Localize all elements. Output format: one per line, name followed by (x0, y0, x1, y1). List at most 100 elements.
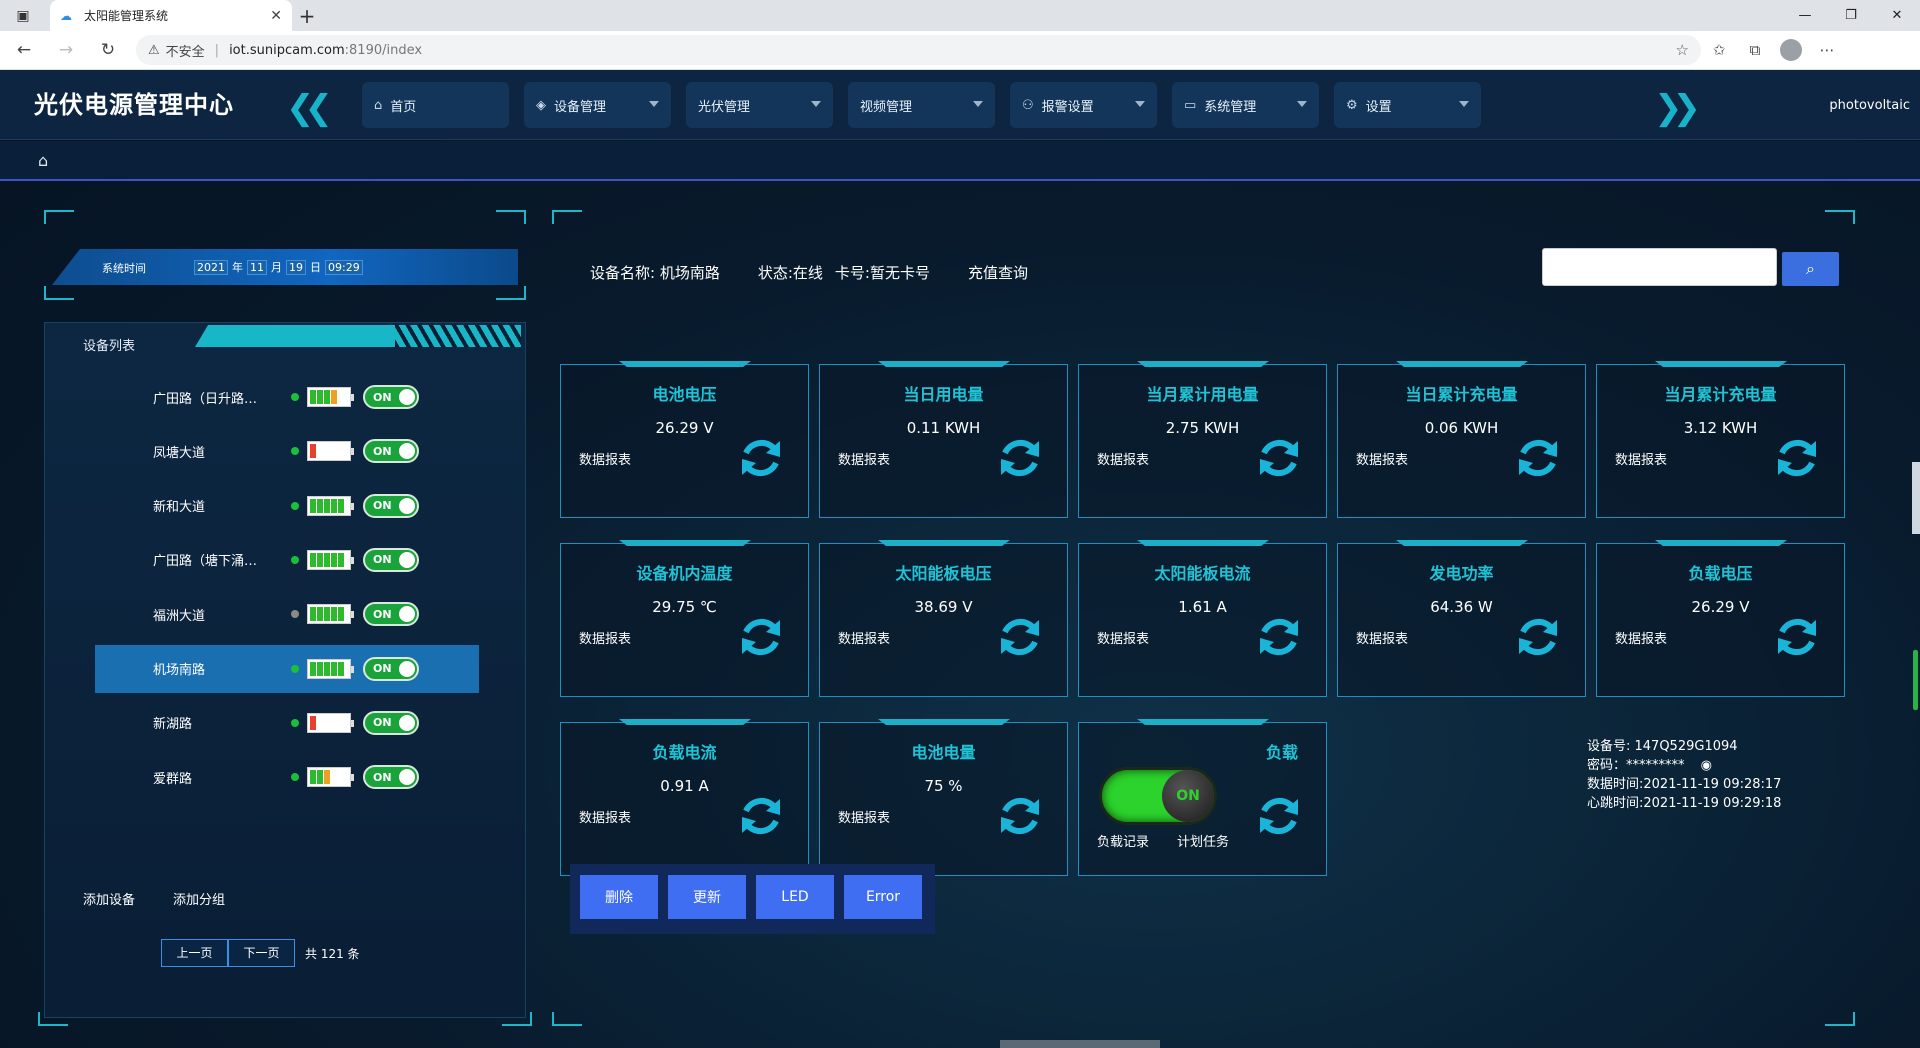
data-report-link[interactable]: 数据报表 (838, 449, 890, 468)
battery-icon (307, 712, 354, 733)
load-switch[interactable]: ON (1099, 767, 1217, 825)
data-report-link[interactable]: 数据报表 (1615, 449, 1667, 468)
device-info: 设备名称: 机场南路 状态:在线 卡号:暂无卡号 充值查询 (590, 262, 1028, 283)
minimize-icon[interactable]: — (1782, 0, 1828, 31)
search-button[interactable]: ⌕ (1782, 252, 1839, 286)
browser-tab[interactable]: ☁ 太阳能管理系统 ✕ (50, 0, 292, 31)
device-list-item[interactable]: 广田路（日升路… ON (95, 373, 479, 421)
refresh-icon[interactable] (736, 612, 786, 662)
device-switch[interactable]: ON (363, 602, 419, 627)
device-switch[interactable]: ON (363, 493, 419, 518)
device-item-name: 广田路（塘下涌… (153, 554, 258, 570)
data-report-link[interactable]: 数据报表 (838, 807, 890, 826)
device-switch[interactable]: ON (363, 765, 419, 790)
refresh-icon[interactable] (995, 612, 1045, 662)
caret-down-icon (1459, 101, 1469, 107)
restore-icon[interactable]: ❐ (1828, 0, 1874, 31)
eye-icon[interactable]: ◉ (1701, 758, 1712, 773)
refresh-icon[interactable] (995, 433, 1045, 483)
refresh-icon[interactable] (1772, 612, 1822, 662)
menu-home[interactable]: ⌂ 首页 (362, 82, 509, 128)
delete-button[interactable]: 删除 (580, 875, 658, 919)
nav-next-chevron-icon[interactable]: ❯❯ (1654, 88, 1701, 128)
device-list-item[interactable]: 新湖路 ON (95, 699, 479, 747)
close-window-icon[interactable]: ✕ (1874, 0, 1920, 31)
data-report-link[interactable]: 数据报表 (1615, 628, 1667, 647)
battery-icon (307, 441, 354, 462)
update-button[interactable]: 更新 (668, 875, 746, 919)
refresh-icon[interactable] (736, 791, 786, 841)
favorites-icon[interactable]: ✩ (1701, 32, 1737, 68)
right-side-scroll[interactable] (1913, 650, 1918, 710)
favorite-star-icon[interactable]: ☆ (1676, 41, 1689, 59)
main-panel: 设备名称: 机场南路 状态:在线 卡号:暂无卡号 充值查询 ⌕ 电池电压 26.2… (552, 210, 1855, 1026)
battery-segment (338, 607, 344, 622)
device-list-item[interactable]: 爱群路 ON (95, 753, 479, 801)
led-button[interactable]: LED (756, 875, 834, 919)
breadcrumb-home-icon[interactable]: ⌂ (38, 151, 48, 170)
data-report-link[interactable]: 数据报表 (579, 628, 631, 647)
time-day-unit: 日 (310, 261, 321, 274)
new-tab-button[interactable]: + (292, 0, 322, 31)
stripe-deco (395, 325, 521, 347)
device-switch[interactable]: ON (363, 439, 419, 464)
menu-settings[interactable]: ⚙ 设置 (1334, 82, 1481, 128)
prev-page-button[interactable]: 上一页 (161, 939, 228, 967)
data-report-link[interactable]: 数据报表 (838, 628, 890, 647)
battery-icon (307, 387, 354, 407)
menu-video[interactable]: 视频管理 (848, 82, 995, 128)
refresh-icon[interactable] (1513, 612, 1563, 662)
add-device-button[interactable]: 添加设备 (83, 889, 135, 908)
back-icon[interactable]: ← (6, 32, 42, 68)
refresh-icon[interactable] (1513, 433, 1563, 483)
refresh-icon[interactable] (995, 791, 1045, 841)
horizontal-scrollbar[interactable] (1000, 1040, 1160, 1048)
schedule-task-link[interactable]: 计划任务 (1177, 831, 1229, 850)
device-switch[interactable]: ON (363, 547, 419, 572)
device-list-item[interactable]: 广田路（塘下涌… ON (95, 536, 479, 584)
refresh-icon[interactable] (1254, 791, 1304, 841)
error-button[interactable]: Error (844, 875, 922, 919)
menu-label: 系统管理 (1204, 99, 1257, 115)
reload-icon[interactable]: ↻ (90, 32, 126, 68)
window-controls: — ❐ ✕ (1782, 0, 1920, 31)
data-report-link[interactable]: 数据报表 (1097, 449, 1149, 468)
search-input[interactable] (1542, 248, 1777, 286)
device-list-item[interactable]: 机场南路 ON (95, 644, 479, 693)
add-group-button[interactable]: 添加分组 (173, 889, 225, 908)
user-menu[interactable]: photovoltaic (1829, 98, 1910, 113)
next-page-button[interactable]: 下一页 (228, 939, 295, 967)
data-report-link[interactable]: 数据报表 (579, 807, 631, 826)
collections-icon[interactable]: ⧉ (1737, 32, 1773, 68)
heartbeat-time: 心跳时间:2021-11-19 09:29:18 (1587, 796, 1782, 811)
device-switch[interactable]: ON (363, 656, 419, 681)
data-report-link[interactable]: 数据报表 (1356, 449, 1408, 468)
device-list-item[interactable]: 凤塘大道 ON (95, 427, 479, 475)
refresh-icon[interactable] (736, 433, 786, 483)
menu-label: 设备管理 (554, 99, 607, 115)
refresh-icon[interactable] (1254, 612, 1304, 662)
device-switch[interactable]: ON (363, 385, 419, 409)
device-list-item[interactable]: 福洲大道 ON (95, 590, 479, 638)
data-report-link[interactable]: 数据报表 (1356, 628, 1408, 647)
right-side-tab[interactable] (1912, 462, 1920, 534)
forward-icon[interactable]: → (48, 32, 84, 68)
refresh-icon[interactable] (1254, 433, 1304, 483)
load-record-link[interactable]: 负载记录 (1097, 831, 1149, 850)
recharge-link[interactable]: 充值查询 (968, 262, 1028, 283)
url-field[interactable]: ⚠ 不安全 | iot.sunipcam.com :8190/index ☆ (136, 35, 1701, 65)
menu-system[interactable]: ▭ 系统管理 (1172, 82, 1319, 128)
menu-alarm[interactable]: ⚇ 报警设置 (1010, 82, 1157, 128)
device-list-item[interactable]: 新和大道 ON (95, 482, 479, 530)
data-report-link[interactable]: 数据报表 (1097, 628, 1149, 647)
data-report-link[interactable]: 数据报表 (579, 449, 631, 468)
menu-device[interactable]: ◈ 设备管理 (524, 82, 671, 128)
device-switch[interactable]: ON (363, 710, 419, 735)
profile-avatar[interactable] (1780, 39, 1802, 61)
refresh-icon[interactable] (1772, 433, 1822, 483)
close-tab-icon[interactable]: ✕ (270, 8, 282, 24)
tab-actions-icon[interactable]: ▣ (0, 0, 46, 31)
more-icon[interactable]: ⋯ (1809, 32, 1845, 68)
nav-prev-chevron-icon[interactable]: ❮❮ (286, 88, 333, 128)
menu-pv[interactable]: 光伏管理 (686, 82, 833, 128)
